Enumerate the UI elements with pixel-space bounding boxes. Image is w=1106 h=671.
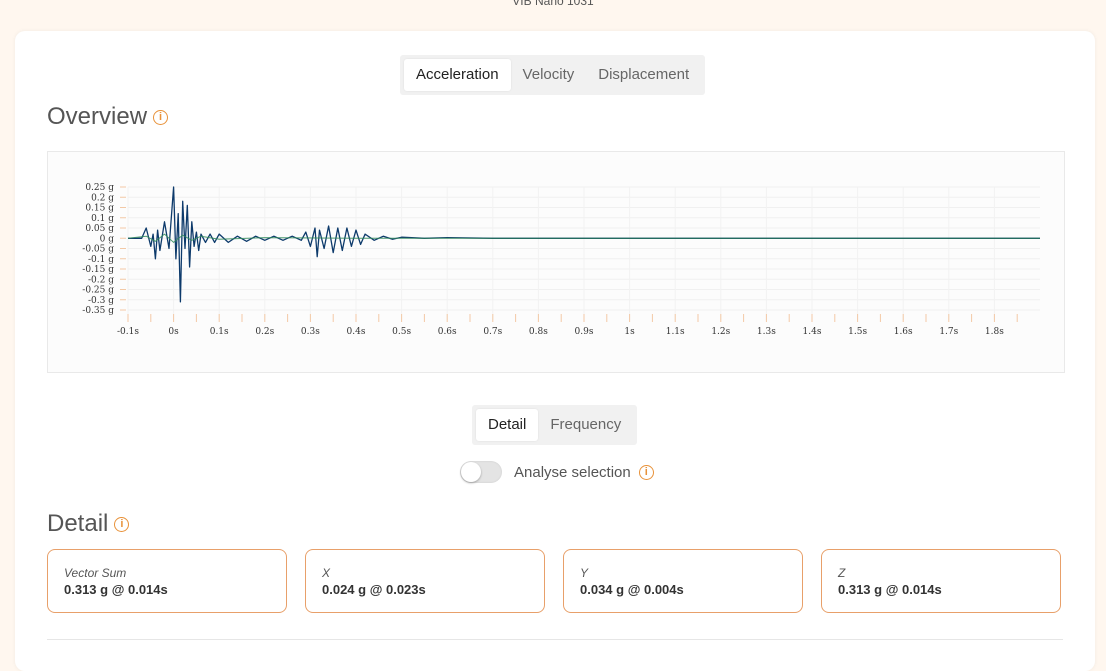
x-tick-label: 1.6s [894, 327, 913, 337]
x-tick-label: 1.1s [666, 327, 685, 337]
metric-value: 0.034 g @ 0.004s [580, 582, 684, 597]
x-tick-label: 0s [168, 327, 179, 337]
metric-label: Z [838, 566, 846, 580]
overview-section-title: Overview i [47, 103, 169, 131]
y-tick-label: -0.05 g [82, 245, 114, 255]
y-tick-label: -0.35 g [82, 306, 114, 316]
metric-value: 0.313 g @ 0.014s [64, 582, 168, 597]
analyse-selection-toggle[interactable] [460, 461, 502, 483]
detail-title-text: Detail [47, 510, 109, 537]
info-icon[interactable]: i [114, 516, 130, 532]
x-tick-label: 1.7s [939, 327, 958, 337]
y-tick-label: 0.05 g [85, 224, 114, 234]
toggle-knob [461, 462, 481, 482]
tab-displacement[interactable]: Displacement [586, 59, 701, 91]
y-tick-label: -0.3 g [88, 296, 114, 306]
y-tick-label: 0.25 g [85, 183, 114, 193]
x-tick-label: 0.7s [483, 327, 502, 337]
x-tick-label: 0.8s [529, 327, 548, 337]
main-card: Acceleration Velocity Displacement Overv… [15, 31, 1095, 671]
y-tick-label: 0 g [100, 234, 115, 244]
analyse-selection-row: Analyse selection i [460, 461, 654, 483]
metric-label: Vector Sum [64, 566, 127, 580]
y-tick-label: 0.15 g [85, 204, 114, 214]
metric-label: Y [580, 566, 589, 580]
y-tick-label: -0.15 g [82, 265, 114, 275]
measurement-tabs: Acceleration Velocity Displacement [400, 55, 706, 95]
x-tick-label: -0.1s [117, 327, 139, 337]
metric-card-y: Y 0.034 g @ 0.004s [563, 549, 803, 613]
y-tick-label: -0.25 g [82, 286, 114, 296]
x-tick-label: 0.6s [438, 327, 457, 337]
analyse-selection-label: Analyse selection [514, 463, 631, 481]
y-tick-label: 0.2 g [91, 193, 114, 203]
x-tick-label: 0.9s [575, 327, 594, 337]
detail-tabs: Detail Frequency [472, 405, 638, 445]
x-tick-label: 0.2s [255, 327, 274, 337]
overview-chart[interactable]: 0.25 g 0.2 g 0.15 g 0.1 g 0.05 g0 g -0.05 g -0… [47, 151, 1065, 373]
x-tick-label: 0.5s [392, 327, 411, 337]
x-tick-label: 1s [624, 327, 635, 337]
x-tick-label: 0.4s [347, 327, 366, 337]
metric-card-vector-sum: Vector Sum 0.313 g @ 0.014s [47, 549, 287, 613]
tab-frequency[interactable]: Frequency [538, 409, 633, 441]
info-icon[interactable]: i [153, 109, 169, 125]
device-label: VIB Nano 1031 [512, 0, 594, 8]
x-tick-label: 1.5s [848, 327, 867, 337]
info-icon[interactable]: i [638, 464, 654, 480]
overview-title-text: Overview [47, 103, 148, 130]
overview-chart-svg[interactable]: 0.25 g0.2 g0.15 g0.1 g0.05 g0 g-0.05 g-0… [48, 152, 1064, 372]
tab-detail[interactable]: Detail [476, 409, 539, 441]
x-tick-label: 0.3s [301, 327, 320, 337]
x-tick-label: 1.8s [985, 327, 1004, 337]
metric-card-x: X 0.024 g @ 0.023s [305, 549, 545, 613]
x-tick-label: 1.4s [803, 327, 822, 337]
detail-section-title: Detail i [47, 510, 130, 538]
x-tick-label: 1.2s [711, 327, 730, 337]
metric-value: 0.313 g @ 0.014s [838, 582, 942, 597]
y-tick-label: -0.2 g [88, 275, 114, 285]
x-tick-label: 0.1s [210, 327, 229, 337]
metric-value: 0.024 g @ 0.023s [322, 582, 426, 597]
y-tick-label: 0.1 g [91, 214, 114, 224]
x-tick-label: 1.3s [757, 327, 776, 337]
tab-acceleration[interactable]: Acceleration [404, 59, 511, 91]
metric-card-z: Z 0.313 g @ 0.014s [821, 549, 1061, 613]
y-tick-label: -0.1 g [88, 255, 114, 265]
tab-velocity[interactable]: Velocity [511, 59, 587, 91]
metric-label: X [322, 566, 331, 580]
